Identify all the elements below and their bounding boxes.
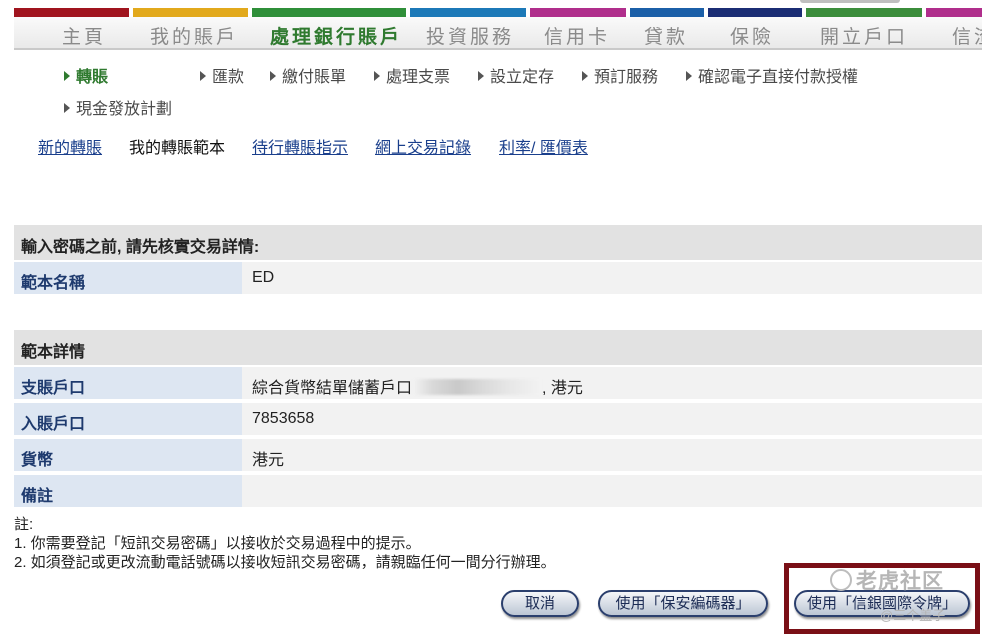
tab-new-transfer[interactable]: 新的轉賬 [38,134,102,158]
strip-loans [630,8,704,17]
nav-banking[interactable]: 處理銀行賬戶 [270,22,402,49]
strip-credit-card [530,8,626,17]
watermark-author: @三个盖子 [880,608,946,623]
verify-heading: 輸入密碼之前, 請先核實交易詳情: [14,225,982,260]
sub-nav-edda[interactable]: 確認電子直接付款授權 [686,63,858,87]
sub-nav-second-row: 現金發放計劃 [64,95,264,119]
strip-investment [410,8,526,17]
nav-my-accounts[interactable]: 我的賬戶 [150,22,238,49]
use-security-token-button[interactable]: 使用「保安編碼器」 [598,590,768,617]
sub-nav-cheques[interactable]: 處理支票 [374,63,450,87]
triangle-icon [478,71,484,81]
triangle-icon [64,71,70,81]
to-account-value: 7853658 [252,410,315,427]
top-utility-button[interactable] [800,0,900,3]
notes-line-1: 1. 你需要登記「短訊交易密碼」以接收於交易過程中的提示。 [14,535,421,552]
template-name-row: 範本名稱 ED [14,260,982,294]
nav-investment[interactable]: 投資服務 [426,22,514,49]
nav-trust[interactable]: 信渣 [952,22,982,49]
triangle-icon [270,71,276,81]
sub-nav-time-deposit[interactable]: 設立定存 [478,63,554,87]
details-heading: 範本詳情 [14,330,982,365]
strip-banking [252,8,406,17]
tab-my-templates: 我的轉賬範本 [129,140,226,157]
notes: 註: 1. 你需要登記「短訊交易密碼」以接收於交易過程中的提示。 2. 如須登記… [14,515,556,572]
sub-nav-label: 設立定存 [490,69,555,86]
triangle-icon [374,71,380,81]
sub-nav: 轉賬 匯款 繳付賬單 處理支票 設立定存 預訂服務 確認電子直接付款授權 [64,63,964,87]
nav-home[interactable]: 主頁 [62,22,106,49]
triangle-icon [686,71,692,81]
sub-nav-label: 現金發放計劃 [76,101,173,118]
from-account-label: 支賬戶口 [14,367,242,399]
notes-title: 註: [14,516,34,533]
to-account-row: 入賬戶口 7853658 [14,401,982,435]
triangle-icon [64,103,70,113]
notes-line-2: 2. 如須登記或更改流動電話號碼以接收短訊交易密碼，請親臨任何一間分行辦理。 [14,554,556,571]
triangle-icon [200,71,206,81]
watermark-text: 老虎社区 [856,570,944,593]
from-account-currency: , 港元 [542,380,583,397]
currency-value: 港元 [252,452,285,469]
tab-transaction-records[interactable]: 網上交易記錄 [375,134,471,158]
sub-nav-booking[interactable]: 預訂服務 [582,63,658,87]
nav-loans[interactable]: 貸款 [644,22,688,49]
strip-trust [926,8,982,17]
sub-nav-transfer[interactable]: 轉賬 [64,63,108,87]
to-account-label: 入賬戶口 [14,403,242,435]
currency-label: 貨幣 [14,439,242,471]
watermark-logo-icon [830,569,852,591]
template-name-label: 範本名稱 [14,262,242,294]
main-nav: 主頁 我的賬戶 處理銀行賬戶 投資服務 信用卡 貸款 保險 開立戶口 信渣 [14,17,982,50]
sub-nav-label: 轉賬 [76,69,109,86]
cancel-button[interactable]: 取消 [501,590,579,617]
sub-nav-label: 預訂服務 [594,69,659,86]
nav-insurance[interactable]: 保險 [730,22,774,49]
remark-row: 備註 [14,473,982,507]
watermark: 老虎社区 [830,565,944,595]
tab-pending-instructions[interactable]: 待行轉賬指示 [252,134,348,158]
currency-row: 貨幣 港元 [14,437,982,471]
remark-label: 備註 [14,475,242,507]
template-name-value: ED [252,269,275,286]
sub-nav-label: 匯款 [212,69,245,86]
sub-nav-bill-payment[interactable]: 繳付賬單 [270,63,346,87]
sub-nav-label: 處理支票 [386,69,451,86]
from-account-name: 綜合貨幣結單儲蓄戶口 [252,380,413,397]
from-account-value: 綜合貨幣結單儲蓄戶口 , 港元 [252,374,583,398]
sub-nav-cash-plan[interactable]: 現金發放計劃 [64,95,172,119]
nav-open-account[interactable]: 開立戶口 [820,22,908,49]
sub-nav-label: 繳付賬單 [282,69,347,86]
strip-open-account [806,8,922,17]
strip-accounts [133,8,248,17]
nav-credit-card[interactable]: 信用卡 [544,22,610,49]
brand-color-strips [14,8,982,17]
sub-nav-remittance[interactable]: 匯款 [200,63,244,87]
tab-rates[interactable]: 利率/ 匯價表 [499,134,588,158]
strip-home [14,8,129,17]
triangle-icon [582,71,588,81]
sub-nav-label: 確認電子直接付款授權 [698,69,859,86]
from-account-row: 支賬戶口 綜合貨幣結單儲蓄戶口 , 港元 [14,365,982,399]
redacted-account-number [413,379,542,395]
strip-insurance [708,8,802,17]
